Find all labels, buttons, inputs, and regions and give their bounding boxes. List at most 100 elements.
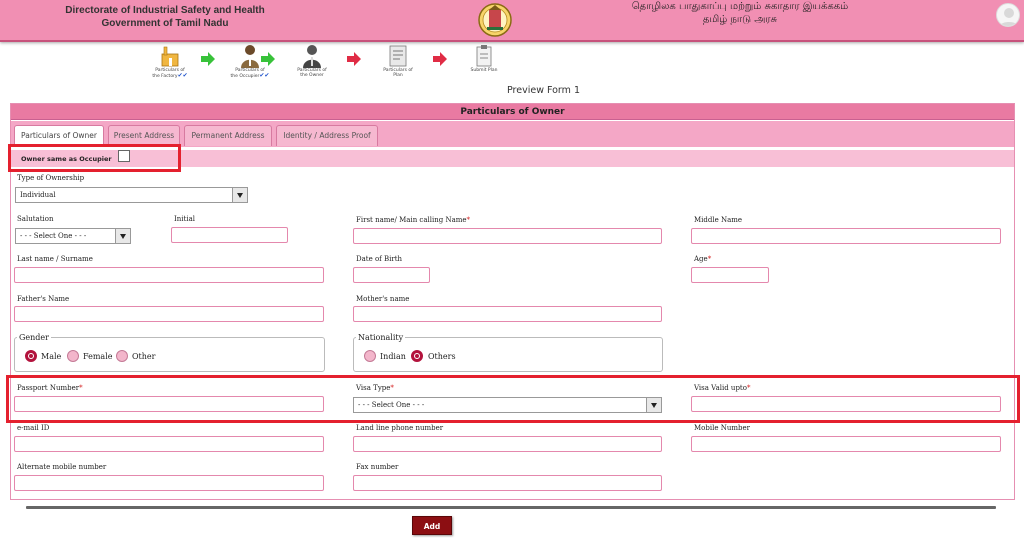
father-name-label: Father's Name — [17, 295, 70, 303]
mother-name-label: Mother's name — [356, 295, 410, 303]
last-name-input[interactable] — [14, 267, 324, 283]
email-label: e-mail ID — [17, 424, 50, 432]
user-avatar[interactable] — [996, 3, 1020, 27]
add-button[interactable]: Add — [412, 516, 452, 535]
nationality-group: Nationality Indian Others — [353, 333, 663, 372]
gender-other-label: Other — [132, 352, 156, 361]
mother-name-input[interactable] — [353, 306, 662, 322]
initial-label: Initial — [174, 215, 195, 223]
gender-female-radio[interactable] — [67, 350, 79, 362]
fax-label: Fax number — [356, 463, 399, 471]
check-icon: ✔✔ — [259, 72, 270, 79]
org-name-en-line1: Directorate of Industrial Safety and Hea… — [65, 5, 265, 16]
first-name-input[interactable] — [353, 228, 662, 244]
tab-present-address[interactable]: Present Address — [108, 125, 180, 146]
org-name-ta-line1: தொழிலக பாதுகாப்பு மற்றும் சுகாதார இயக்கக… — [631, 1, 849, 12]
owner-same-strip: Owner same as Occupier — [11, 150, 1014, 167]
required-mark: * — [390, 384, 394, 392]
required-mark: * — [746, 384, 751, 392]
alt-mobile-label: Alternate mobile number — [17, 463, 107, 471]
type-of-ownership-select[interactable]: Individual — [15, 187, 248, 203]
father-name-input[interactable] — [14, 306, 324, 322]
panel-title: Particulars of Owner — [11, 104, 1014, 120]
landline-input[interactable] — [353, 436, 662, 452]
step-owner[interactable]: Particulars of the Owner — [282, 42, 342, 78]
owner-same-checkbox[interactable] — [118, 150, 130, 162]
tabs-bar: Particulars of Owner Present Address Per… — [11, 121, 1014, 147]
step-label-line2: Plan — [393, 73, 403, 78]
nationality-indian-radio[interactable] — [364, 350, 376, 362]
type-of-ownership-label: Type of Ownership — [17, 174, 85, 182]
first-name-label: First name/ Main calling Name* — [356, 216, 471, 224]
landline-label: Land line phone number — [356, 424, 444, 432]
step-submit[interactable]: Submit Plan — [454, 42, 514, 73]
gender-male-label: Male — [41, 352, 62, 361]
step-label-line2: the Factory — [152, 74, 178, 79]
org-name-english: Directorate of Industrial Safety and Hea… — [40, 4, 290, 30]
visa-valid-input[interactable] — [691, 396, 1001, 412]
dob-label: Date of Birth — [356, 255, 403, 263]
step-label-line1: Submit Plan — [470, 68, 498, 73]
preview-form-label: Preview Form 1 — [507, 85, 580, 96]
visa-type-select[interactable]: - - - Select One - - - — [353, 397, 662, 413]
gender-group: Gender Male Female Other — [14, 333, 325, 372]
step-factory[interactable]: Particulars of the Factory✔✔ — [140, 42, 200, 79]
gender-legend: Gender — [17, 333, 51, 342]
wizard-steps: Particulars of the Factory✔✔ Particulars… — [140, 42, 520, 84]
nationality-indian-label: Indian — [380, 352, 406, 361]
fax-input[interactable] — [353, 475, 662, 491]
user-icon — [999, 8, 1019, 26]
owner-person-icon — [303, 45, 321, 68]
form-divider — [26, 506, 996, 509]
salutation-label: Salutation — [17, 215, 54, 223]
owner-same-label: Owner same as Occupier — [21, 155, 112, 163]
org-name-en-line2: Government of Tamil Nadu — [101, 18, 229, 29]
tab-particulars-of-owner[interactable]: Particulars of Owner — [14, 125, 104, 147]
tab-identity-address-proof[interactable]: Identity / Address Proof — [276, 125, 378, 146]
middle-name-input[interactable] — [691, 228, 1001, 244]
visa-valid-label: Visa Valid upto* — [694, 384, 751, 392]
last-name-label: Last name / Surname — [17, 255, 93, 263]
salutation-select[interactable]: - - - Select One - - - — [15, 228, 131, 244]
passport-label: Passport Number* — [17, 384, 83, 392]
nationality-legend: Nationality — [356, 333, 406, 342]
age-input[interactable] — [691, 267, 769, 283]
gender-female-label: Female — [83, 352, 113, 361]
mobile-input[interactable] — [691, 436, 1001, 452]
dob-input[interactable] — [353, 267, 430, 283]
org-name-tamil: தொழிலக பாதுகாப்பு மற்றும் சுகாதார இயக்கக… — [560, 0, 920, 26]
nationality-others-label: Others — [428, 352, 456, 361]
age-label: Age* — [694, 255, 712, 263]
red-arrow-icon — [433, 52, 447, 66]
step-plan[interactable]: Particulars of Plan — [368, 42, 428, 78]
occupier-person-icon — [241, 45, 259, 68]
green-arrow-icon — [201, 52, 215, 66]
gender-other-radio[interactable] — [116, 350, 128, 362]
passport-input[interactable] — [14, 396, 324, 412]
visa-type-label: Visa Type* — [356, 384, 394, 392]
chevron-down-icon — [115, 229, 130, 243]
check-icon: ✔✔ — [177, 72, 188, 79]
mobile-label: Mobile Number — [694, 424, 750, 432]
red-arrow-icon — [347, 52, 361, 66]
tab-permanent-address[interactable]: Permanent Address — [184, 125, 272, 146]
required-mark: * — [707, 255, 712, 263]
initial-input[interactable] — [171, 227, 288, 243]
green-arrow-icon — [261, 52, 275, 66]
middle-name-label: Middle Name — [694, 216, 743, 224]
submit-clipboard-icon — [476, 45, 492, 67]
required-mark: * — [79, 384, 83, 392]
type-of-ownership-value: Individual — [20, 191, 56, 199]
chevron-down-icon — [232, 188, 247, 202]
gender-male-radio[interactable] — [25, 350, 37, 362]
alt-mobile-input[interactable] — [14, 475, 324, 491]
email-input[interactable] — [14, 436, 324, 452]
step-label-line2: the Occupier — [230, 74, 260, 79]
plan-document-icon — [389, 45, 407, 67]
visa-type-value: - - - Select One - - - — [358, 401, 425, 409]
app-header: Directorate of Industrial Safety and Hea… — [0, 0, 1024, 42]
state-emblem-icon — [478, 3, 512, 37]
step-label-line2: the Owner — [300, 73, 324, 78]
nationality-others-radio[interactable] — [411, 350, 423, 362]
org-name-ta-line2: தமிழ் நாடு அரசு — [702, 14, 778, 25]
